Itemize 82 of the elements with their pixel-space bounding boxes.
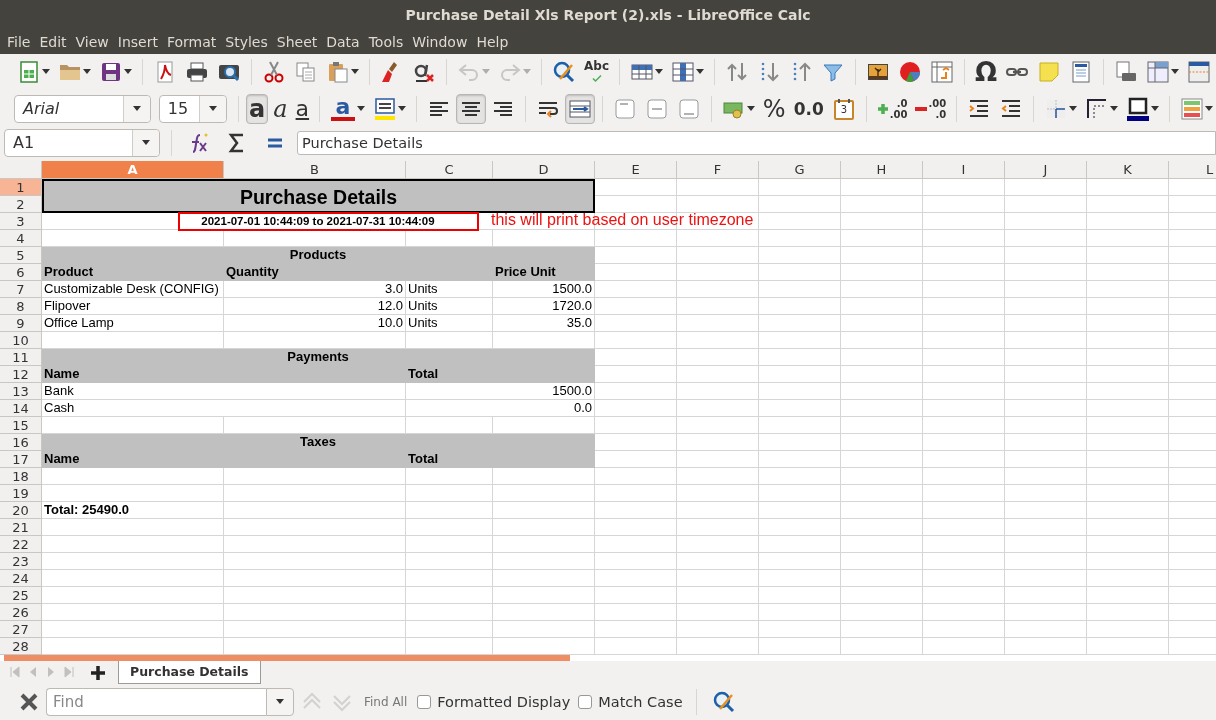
row-header[interactable]: 28 [0,638,42,655]
number-format-button[interactable]: 0.0 [790,93,827,124]
row-header[interactable]: 9 [0,315,42,332]
checkbox-label: Formatted Display [437,694,571,710]
bold-button[interactable]: a [246,93,269,124]
underline-button[interactable]: a [292,93,313,124]
checkbox-label: Match Case [598,694,683,710]
row-header[interactable]: 8 [0,298,42,315]
spelling-button[interactable]: Abc [581,57,612,87]
sheet-cell-text: Product [43,264,95,281]
column-header[interactable]: H [841,161,923,179]
sheet-cell-text: Total [407,451,440,468]
menu-item[interactable]: Help [472,33,513,50]
column-header[interactable]: F [677,161,759,179]
row-header[interactable]: 21 [0,519,42,536]
window-title: Purchase Detail Xls Report (2).xls - LibreOffice Calc [405,6,811,23]
menu-item[interactable]: Styles [221,33,272,50]
name-box[interactable]: A1 [4,128,160,157]
row-header[interactable]: 14 [0,400,42,417]
column-header[interactable]: J [1005,161,1087,179]
column-header[interactable]: B [224,161,406,179]
menu-item[interactable]: Window [408,33,472,50]
row-header[interactable]: 15 [0,417,42,434]
row-header[interactable]: 18 [0,468,42,485]
sheet-cell: Payments [42,349,595,366]
row-header[interactable]: 16 [0,434,42,451]
sheet-cell-text: Total [407,366,440,383]
sheet-tab[interactable]: Purchase Details [118,661,261,684]
menu-item[interactable]: Sheet [272,33,322,50]
add-decimal-button[interactable]: .0 .00 [873,93,911,124]
row-header[interactable]: 25 [0,587,42,604]
find-field[interactable]: Find [46,688,266,716]
column-header[interactable]: D [493,161,595,179]
row-header[interactable]: 13 [0,383,42,400]
sheet-cell-text: Price Unit [494,264,557,281]
column-header[interactable]: C [406,161,493,179]
row-header[interactable]: 26 [0,604,42,621]
row-header[interactable]: 3 [0,213,42,230]
percent-button[interactable]: % [759,93,789,124]
row-header[interactable]: 6 [0,264,42,281]
sheet-cell-text: Quantity [225,264,280,281]
row-header[interactable]: 23 [0,553,42,570]
menu-item[interactable]: Format [162,33,221,50]
title-cell: Purchase Details [42,179,595,213]
italic-button[interactable]: a [270,93,291,124]
row-header[interactable]: 27 [0,621,42,638]
row-header[interactable]: 7 [0,281,42,298]
delete-decimal-button[interactable]: .00 .0 [912,93,950,124]
row-header[interactable]: 10 [0,332,42,349]
menu-item[interactable]: Data [322,33,364,50]
row-header[interactable]: 5 [0,247,42,264]
column-header[interactable]: G [759,161,841,179]
font-size-field[interactable]: 15 [158,94,228,123]
row-header[interactable]: 20 [0,502,42,519]
row-header[interactable]: 4 [0,230,42,247]
column-header[interactable]: E [595,161,677,179]
menu-item[interactable]: Edit [35,33,71,50]
row-header[interactable]: 17 [0,451,42,468]
sheet-cell-text: Name [43,451,81,468]
column-header[interactable]: I [923,161,1005,179]
row-header[interactable]: 1 [0,179,42,196]
row-header[interactable]: 2 [0,196,42,213]
menu-item[interactable]: Tools [364,33,408,50]
row-header[interactable]: 11 [0,349,42,366]
font-color-button[interactable]: a [327,93,369,124]
annotation-text: this will print based on user timezone [491,211,754,229]
menu-item[interactable]: View [71,33,113,50]
row-header[interactable]: 22 [0,536,42,553]
sheet-cell-text: Name [43,366,81,383]
column-header[interactable]: L [1169,161,1216,179]
sheet-cell: Products [42,247,595,264]
font-name-field[interactable]: Arial [14,94,151,123]
column-header[interactable]: K [1087,161,1169,179]
date-format-button[interactable]: 3 [828,93,859,124]
row-header[interactable]: 12 [0,366,42,383]
special-character-button[interactable]: Ω [972,57,1001,87]
sheet-cell: Taxes [42,434,595,451]
menu-item[interactable]: File [3,33,35,50]
formula-field[interactable]: Purchase Details [297,130,1216,155]
menu-item[interactable]: Insert [113,33,162,50]
row-header[interactable]: 24 [0,570,42,587]
row-header[interactable]: 19 [0,485,42,502]
